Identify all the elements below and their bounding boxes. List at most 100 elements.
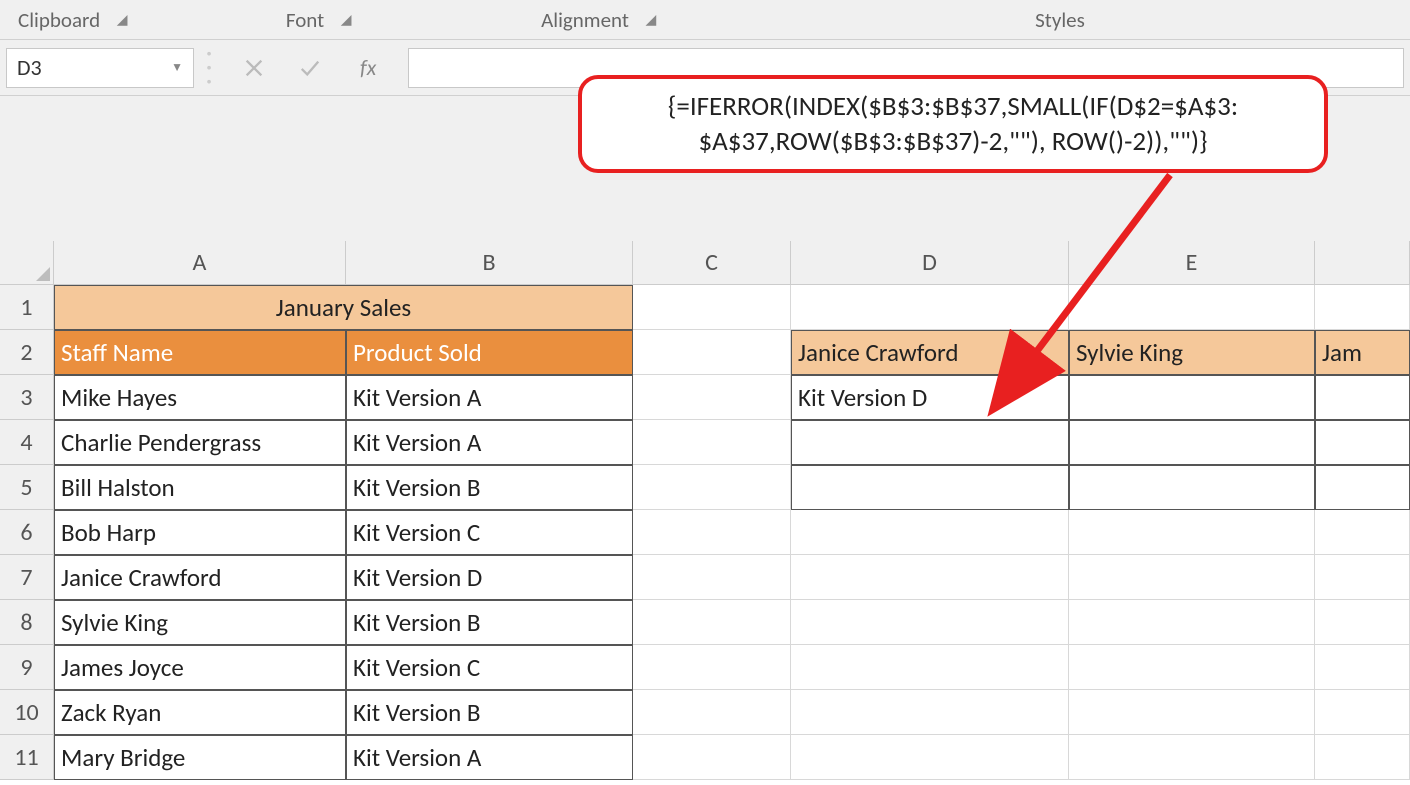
cancel-formula-button[interactable] <box>240 54 268 82</box>
cell-B10[interactable]: Kit Version B <box>346 690 633 735</box>
row-header-9[interactable]: 9 <box>0 645 54 690</box>
row-header-3[interactable]: 3 <box>0 375 54 420</box>
cell-F8[interactable] <box>1315 600 1410 645</box>
cell-E11[interactable] <box>1069 735 1315 780</box>
cell-D10[interactable] <box>791 690 1069 735</box>
cell-E7[interactable] <box>1069 555 1315 600</box>
row-header-7[interactable]: 7 <box>0 555 54 600</box>
cell-F2[interactable]: Jam <box>1315 330 1410 375</box>
cell-C9[interactable] <box>633 645 791 690</box>
cell-A7[interactable]: Janice Crawford <box>54 555 346 600</box>
ribbon-group-alignment[interactable]: Alignment ◢ <box>480 0 710 39</box>
insert-function-button[interactable]: fx <box>352 54 384 81</box>
cell-F7[interactable] <box>1315 555 1410 600</box>
cell-A4[interactable]: Charlie Pendergrass <box>54 420 346 465</box>
cell-D11[interactable] <box>791 735 1069 780</box>
chevron-down-icon[interactable]: ▼ <box>171 60 183 75</box>
cell-B5[interactable]: Kit Version B <box>346 465 633 510</box>
ribbon-group-font[interactable]: Font ◢ <box>150 0 480 39</box>
cell-A9[interactable]: James Joyce <box>54 645 346 690</box>
cell-B2[interactable]: Product Sold <box>346 330 633 375</box>
column-header-B[interactable]: B <box>346 241 633 285</box>
cell-D8[interactable] <box>791 600 1069 645</box>
close-icon <box>243 57 265 79</box>
cell-C5[interactable] <box>633 465 791 510</box>
name-box[interactable]: D3 ▼ <box>6 48 194 88</box>
cell-C1[interactable] <box>633 285 791 330</box>
cell-A11[interactable]: Mary Bridge <box>54 735 346 780</box>
dialog-launcher-icon[interactable]: ◢ <box>643 12 659 28</box>
cell-A3[interactable]: Mike Hayes <box>54 375 346 420</box>
cell-F1[interactable] <box>1315 285 1410 330</box>
cell-B9[interactable]: Kit Version C <box>346 645 633 690</box>
cell-E5[interactable] <box>1069 465 1315 510</box>
cell-B7[interactable]: Kit Version D <box>346 555 633 600</box>
cell-C7[interactable] <box>633 555 791 600</box>
cell-E1[interactable] <box>1069 285 1315 330</box>
row-header-11[interactable]: 11 <box>0 735 54 780</box>
column-header-F[interactable] <box>1315 241 1410 285</box>
cell-A10[interactable]: Zack Ryan <box>54 690 346 735</box>
cell-C2[interactable] <box>633 330 791 375</box>
cell-B8[interactable]: Kit Version B <box>346 600 633 645</box>
column-header-C[interactable]: C <box>633 241 791 285</box>
formula-text-line2: $A$37,ROW($B$3:$B$37)-2,""), ROW()-2)),"… <box>600 124 1306 159</box>
cell-C4[interactable] <box>633 420 791 465</box>
column-header-A[interactable]: A <box>54 241 346 285</box>
cell-B6[interactable]: Kit Version C <box>346 510 633 555</box>
cell-D2[interactable]: Janice Crawford <box>791 330 1069 375</box>
cell-C3[interactable] <box>633 375 791 420</box>
cell-C11[interactable] <box>633 735 791 780</box>
row-header-4[interactable]: 4 <box>0 420 54 465</box>
cell-B4[interactable]: Kit Version A <box>346 420 633 465</box>
cell-A6[interactable]: Bob Harp <box>54 510 346 555</box>
row-header-1[interactable]: 1 <box>0 285 54 330</box>
cell-F10[interactable] <box>1315 690 1410 735</box>
spreadsheet: A B C D E 1 2 3 4 5 6 7 8 9 10 11 Januar… <box>0 241 1410 785</box>
cell-A1[interactable]: January Sales <box>54 285 633 330</box>
cell-F9[interactable] <box>1315 645 1410 690</box>
cell-D9[interactable] <box>791 645 1069 690</box>
cell-F11[interactable] <box>1315 735 1410 780</box>
dialog-launcher-icon[interactable]: ◢ <box>338 12 354 28</box>
cell-D5[interactable] <box>791 465 1069 510</box>
cell-E3[interactable] <box>1069 375 1315 420</box>
cell-A5[interactable]: Bill Halston <box>54 465 346 510</box>
select-all-corner[interactable] <box>0 241 54 285</box>
enter-formula-button[interactable] <box>296 54 324 82</box>
row-header-10[interactable]: 10 <box>0 690 54 735</box>
cell-E9[interactable] <box>1069 645 1315 690</box>
column-header-D[interactable]: D <box>791 241 1069 285</box>
row-header-2[interactable]: 2 <box>0 330 54 375</box>
cell-D3[interactable]: Kit Version D <box>791 375 1069 420</box>
cell-D1[interactable] <box>791 285 1069 330</box>
cell-F3[interactable] <box>1315 375 1410 420</box>
cell-C8[interactable] <box>633 600 791 645</box>
dialog-launcher-icon[interactable]: ◢ <box>114 12 130 28</box>
cell-D6[interactable] <box>791 510 1069 555</box>
cell-A8[interactable]: Sylvie King <box>54 600 346 645</box>
cell-A2[interactable]: Staff Name <box>54 330 346 375</box>
cell-E4[interactable] <box>1069 420 1315 465</box>
cell-F5[interactable] <box>1315 465 1410 510</box>
cell-C10[interactable] <box>633 690 791 735</box>
cell-F6[interactable] <box>1315 510 1410 555</box>
cell-E2[interactable]: Sylvie King <box>1069 330 1315 375</box>
row-header-6[interactable]: 6 <box>0 510 54 555</box>
row-header-5[interactable]: 5 <box>0 465 54 510</box>
cell-D7[interactable] <box>791 555 1069 600</box>
cell-B11[interactable]: Kit Version A <box>346 735 633 780</box>
cell-D4[interactable] <box>791 420 1069 465</box>
cell-F4[interactable] <box>1315 420 1410 465</box>
cell-B3[interactable]: Kit Version A <box>346 375 633 420</box>
column-header-E[interactable]: E <box>1069 241 1315 285</box>
ribbon-group-styles[interactable]: Styles <box>710 0 1410 39</box>
cell-E10[interactable] <box>1069 690 1315 735</box>
ribbon-group-clipboard[interactable]: Clipboard ◢ <box>0 0 150 39</box>
cell-C6[interactable] <box>633 510 791 555</box>
cell-E8[interactable] <box>1069 600 1315 645</box>
resize-handle-icon[interactable]: ●●● <box>202 49 216 87</box>
row-header-8[interactable]: 8 <box>0 600 54 645</box>
ribbon-label: Clipboard <box>8 7 110 33</box>
cell-E6[interactable] <box>1069 510 1315 555</box>
